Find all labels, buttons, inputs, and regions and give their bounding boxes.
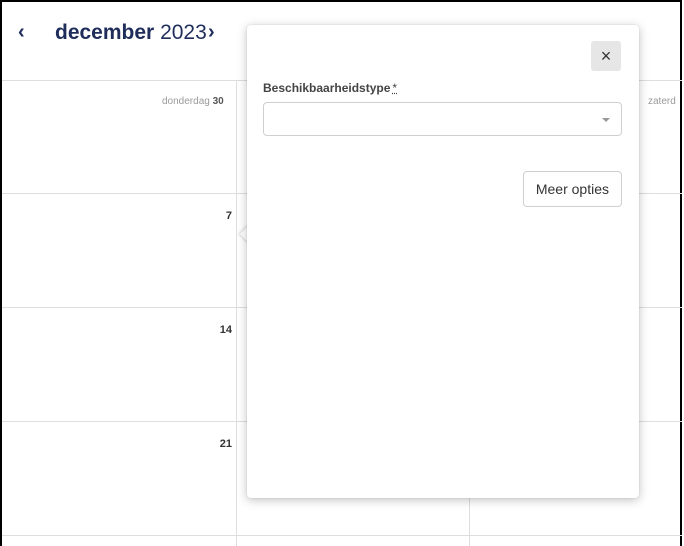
day-header-saturday: zaterd: [648, 96, 676, 107]
availability-popup: × Beschikbaarheidstype * Meer opties: [247, 25, 639, 498]
month-label: december: [55, 21, 155, 44]
availability-type-select[interactable]: [263, 102, 622, 136]
grid-line: [2, 535, 682, 536]
chevron-right-icon[interactable]: ›: [208, 22, 224, 42]
grid-line: [236, 80, 237, 546]
day-header-number: 30: [212, 96, 224, 107]
date-cell-number[interactable]: 21: [210, 438, 232, 450]
required-marker: *: [392, 81, 398, 95]
chevron-left-icon[interactable]: ‹: [18, 22, 34, 42]
date-cell-number[interactable]: 14: [210, 324, 232, 336]
field-label-text: Beschikbaarheidstype: [263, 81, 391, 95]
month-title: december 2023: [55, 21, 207, 45]
close-icon: ×: [600, 45, 612, 66]
day-header-name: zaterd: [648, 96, 676, 107]
day-header-name: donderdag: [162, 96, 210, 107]
more-options-button[interactable]: Meer opties: [522, 171, 622, 207]
close-button[interactable]: ×: [591, 41, 621, 71]
date-cell-number[interactable]: 7: [210, 210, 232, 222]
chevron-down-icon: [602, 118, 610, 122]
day-header-thursday: donderdag 30: [162, 96, 224, 107]
year-label: 2023: [160, 21, 207, 44]
field-label: Beschikbaarheidstype *: [263, 81, 397, 95]
